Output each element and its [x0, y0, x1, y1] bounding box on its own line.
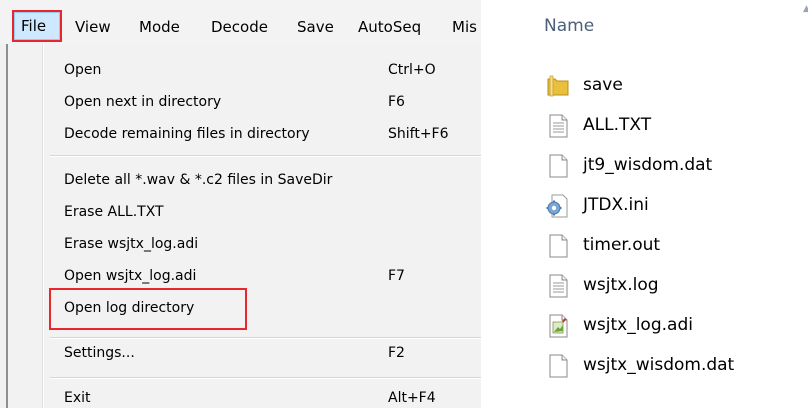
file-name: wsjtx_log.adi	[583, 315, 693, 335]
shortcut-open-log-adi: F7	[388, 268, 405, 284]
file-name: timer.out	[583, 235, 661, 255]
menu-item-open[interactable]: Open	[64, 60, 101, 80]
menu-item-settings[interactable]: Settings...	[64, 343, 135, 363]
highlight-box	[49, 288, 247, 330]
shortcut-open: Ctrl+O	[388, 62, 436, 78]
file-explorer: Name ▲ save ALL.TXT jt9_wisdom.dat JTDX.…	[481, 0, 808, 408]
file-name: ALL.TXT	[583, 115, 652, 135]
shortcut-settings: F2	[388, 345, 405, 361]
shortcut-open-next: F6	[388, 94, 405, 110]
menu-bar: File View Mode Decode Save AutoSeq Mis	[0, 0, 481, 44]
file-name: JTDX.ini	[583, 195, 649, 215]
menu-item-open-log-adi[interactable]: Open wsjtx_log.adi	[64, 266, 196, 286]
menu-separator	[50, 377, 481, 379]
menu-item-exit[interactable]: Exit	[64, 388, 91, 408]
file-name: wsjtx.log	[583, 275, 659, 295]
file-row[interactable]: wsjtx_wisdom.dat	[539, 350, 799, 382]
menu-item-erase-log-adi[interactable]: Erase wsjtx_log.adi	[64, 234, 198, 254]
file-row[interactable]: save	[539, 70, 799, 102]
menu-item-open-next[interactable]: Open next in directory	[64, 92, 221, 112]
text-file-icon	[549, 114, 568, 138]
blank-file-icon	[549, 354, 568, 378]
menu-autoseq[interactable]: AutoSeq	[358, 14, 421, 40]
adi-file-icon	[549, 314, 568, 338]
menu-separator	[50, 155, 481, 157]
file-name: save	[583, 75, 623, 95]
file-row[interactable]: wsjtx_log.adi	[539, 310, 799, 342]
file-row[interactable]: JTDX.ini	[539, 190, 799, 222]
file-row[interactable]: ALL.TXT	[539, 110, 799, 142]
menu-decode[interactable]: Decode	[211, 14, 268, 40]
menu-item-erase-all-txt[interactable]: Erase ALL.TXT	[64, 202, 164, 222]
menu-view[interactable]: View	[75, 14, 111, 40]
column-header-name[interactable]: Name	[544, 16, 594, 36]
menu-item-delete-wav-c2[interactable]: Delete all *.wav & *.c2 files in SaveDir	[64, 170, 332, 190]
menu-file[interactable]: File	[12, 10, 62, 42]
shortcut-exit: Alt+F4	[388, 390, 436, 406]
settings-file-icon	[546, 194, 568, 218]
menu-screenshot: File View Mode Decode Save AutoSeq Mis O…	[0, 0, 481, 408]
blank-file-icon	[549, 234, 568, 258]
blank-file-icon	[549, 154, 568, 178]
menu-separator	[50, 337, 481, 339]
menu-icon-gutter	[42, 44, 44, 408]
menu-save[interactable]: Save	[297, 14, 334, 40]
file-row[interactable]: jt9_wisdom.dat	[539, 150, 799, 182]
file-name: wsjtx_wisdom.dat	[583, 355, 735, 375]
sort-arrow-icon: ▲	[803, 4, 808, 14]
menu-item-decode-remaining[interactable]: Decode remaining files in directory	[64, 124, 310, 144]
shortcut-decode-remaining: Shift+F6	[388, 126, 449, 142]
file-row[interactable]: wsjtx.log	[539, 270, 799, 302]
menu-misc[interactable]: Mis	[452, 14, 477, 40]
file-name: jt9_wisdom.dat	[583, 155, 713, 175]
menu-mode[interactable]: Mode	[139, 14, 180, 40]
folder-icon	[547, 75, 569, 97]
file-row[interactable]: timer.out	[539, 230, 799, 262]
text-file-icon	[549, 274, 568, 298]
